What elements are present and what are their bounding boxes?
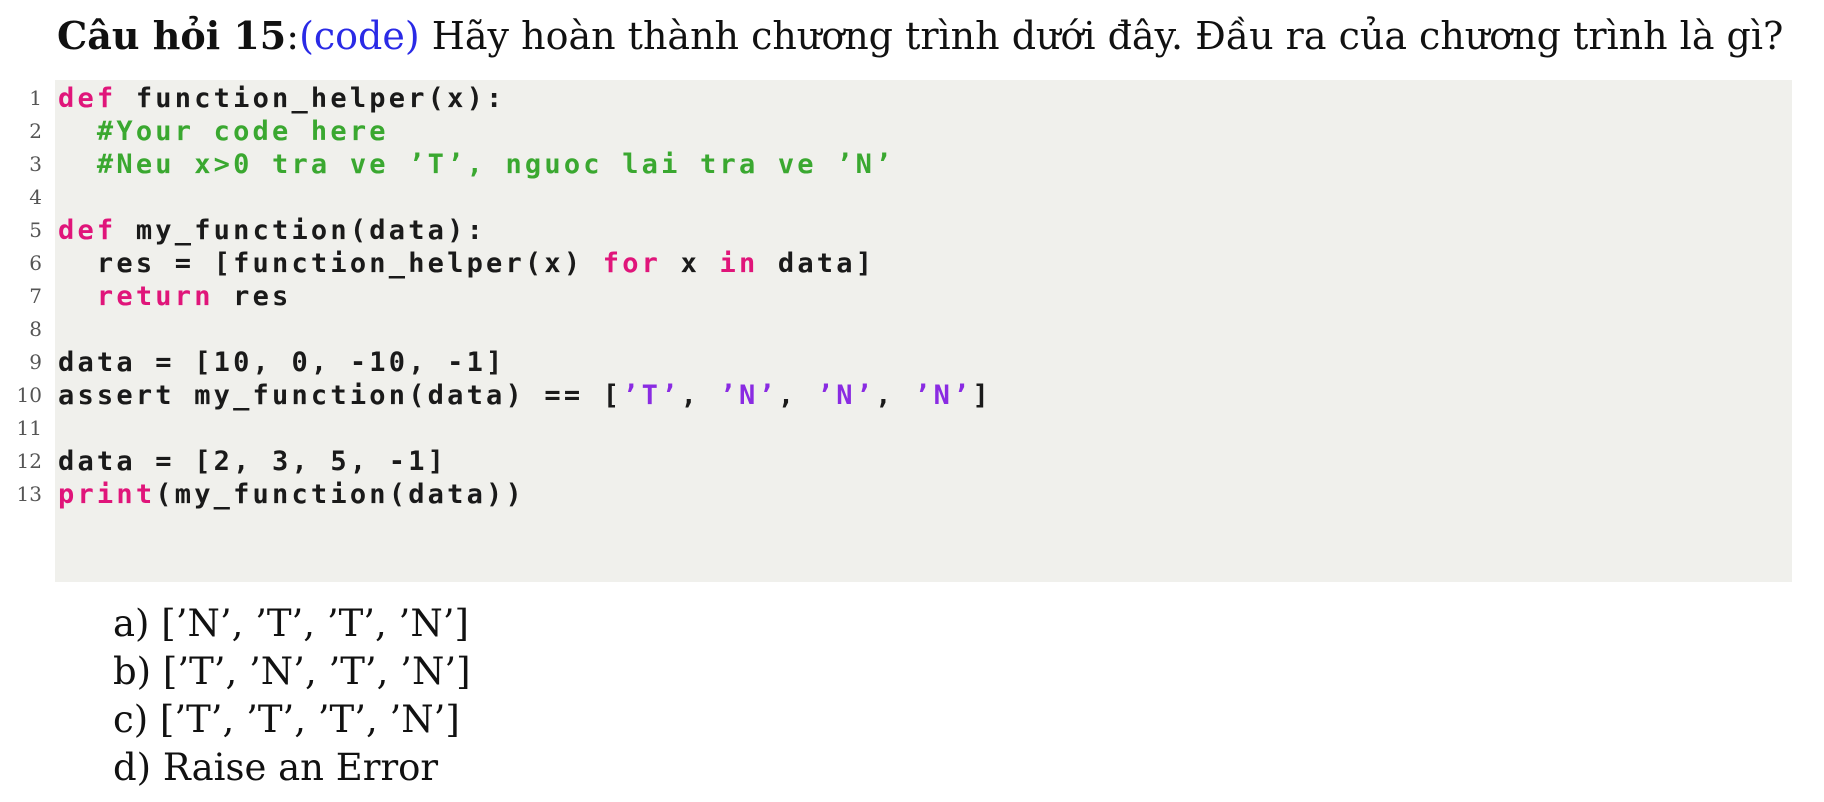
question-heading: Câu hỏi 15:(code) Hãy hoàn thành chương … [57,10,1783,62]
code-keyword: return [96,281,214,312]
code-token: (my_function(data)) [155,479,525,510]
code-token: function_helper(x): [116,83,506,114]
code-token: assert my_function(data) == [ [58,380,623,411]
answer-option-a[interactable]: a) [’N’, ’T’, ’T’, ’N’] [113,600,471,648]
question-number: Câu hỏi 15 [57,13,287,58]
code-token: my_function(data): [116,215,487,246]
line-number: 7 [29,284,42,308]
code-token: data = [10, 0, -10, -1] [58,347,506,378]
line-number: 4 [29,185,42,209]
code-keyword: print [58,479,156,510]
code-text: assert my_function(data) == [’T’, ’N’, ’… [58,377,992,415]
code-string: ’T’ [622,380,681,411]
code-string: ’N’ [914,380,973,411]
answer-option-d[interactable]: d) Raise an Error [113,744,471,792]
code-string: ’N’ [816,380,876,411]
line-number: 9 [29,350,42,374]
code-token: data] [758,248,876,279]
code-token: data = [2, 3, 5, -1] [58,446,448,477]
answer-option-c[interactable]: c) [’T’, ’T’, ’T’, ’N’] [113,696,471,744]
code-token: res [213,281,292,312]
code-token: , [680,380,720,411]
code-keyword: def [58,83,117,114]
code-text: #Neu x>0 tra ve ’T’, nguoc lai tra ve ’N… [58,146,895,184]
code-token: x [661,248,720,279]
code-token: res = [function_helper(x) [58,248,603,279]
code-text: return res [58,278,291,316]
line-number: 2 [29,119,42,143]
code-keyword: for [602,248,662,279]
line-number: 6 [29,251,42,275]
code-comment: #Your code here [58,116,389,147]
question-type-tag: (code) [299,14,420,58]
code-keyword: def [58,215,117,246]
line-number: 1 [29,86,42,110]
line-number: 8 [29,317,42,341]
line-number: 13 [16,482,42,506]
question-colon: : [286,14,300,58]
line-number: 5 [29,218,42,242]
code-token: , [875,380,915,411]
question-text: Hãy hoàn thành chương trình dưới đây. Đầ… [419,14,1784,58]
code-comment: #Neu x>0 tra ve ’T’, nguoc lai tra ve ’N… [58,149,895,180]
code-block: 1 def function_helper(x): 2 #Your code her… [17,80,1792,582]
answer-list: a) [’N’, ’T’, ’T’, ’N’] b) [’T’, ’N’, ’T… [113,600,471,792]
code-text: print(my_function(data)) [58,476,525,514]
line-number: 11 [16,416,42,440]
code-string: ’N’ [719,380,778,411]
line-number: 10 [16,383,42,407]
line-number: 12 [16,449,42,473]
code-keyword: in [719,248,759,279]
code-token: ] [972,380,992,411]
code-token: , [777,380,817,411]
line-number: 3 [29,152,42,176]
answer-option-b[interactable]: b) [’T’, ’N’, ’T’, ’N’] [113,648,471,696]
